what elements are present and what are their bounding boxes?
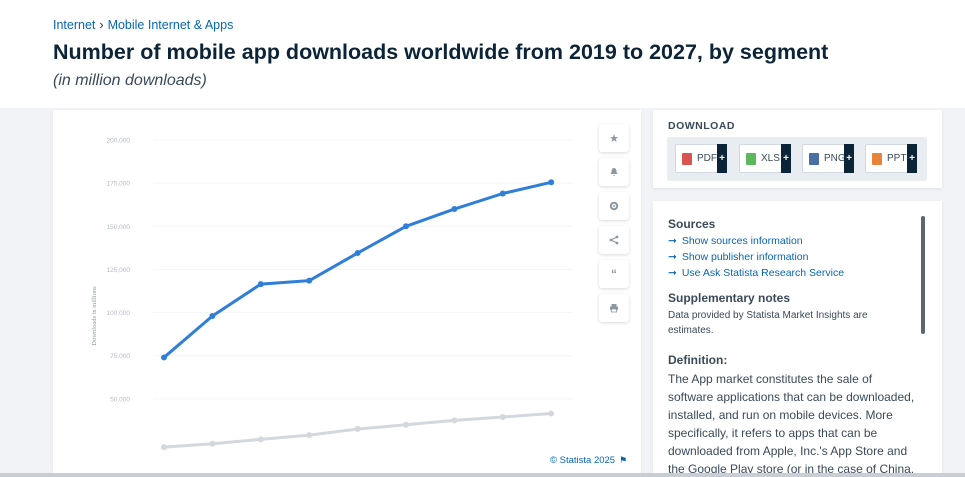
- y-tick-label: 150,000: [107, 224, 131, 231]
- download-png-button[interactable]: PNG +: [802, 144, 854, 173]
- ppt-label: PPT: [887, 153, 907, 164]
- breadcrumb-link-mobile-internet-apps[interactable]: Mobile Internet & Apps: [108, 18, 234, 32]
- notification-button[interactable]: [599, 158, 629, 186]
- page-subtitle: (in million downloads): [53, 72, 207, 89]
- data-point: [306, 432, 313, 439]
- y-tick-label: 125,000: [107, 267, 131, 274]
- show-publisher-link[interactable]: ➞ Show publisher information: [668, 251, 808, 263]
- data-point: [451, 206, 458, 213]
- chart-card: 200,000 175,000 150,000 125,000 100,000 75,00…: [53, 110, 641, 477]
- download-ppt-button[interactable]: PPT +: [865, 144, 917, 173]
- star-icon: ★: [609, 132, 619, 145]
- sources-title: Sources: [668, 217, 716, 231]
- arrow-right-icon: ➞: [668, 251, 677, 263]
- print-button[interactable]: [599, 294, 629, 322]
- line-chart: 200,000 175,000 150,000 125,000 100,000 75,00…: [91, 138, 573, 451]
- y-tick-label: 175,000: [107, 181, 131, 188]
- ppt-file-icon: [872, 152, 882, 165]
- breadcrumb-link-internet[interactable]: Internet: [53, 18, 95, 32]
- chart-copyright[interactable]: © Statista 2025 ⚑: [550, 455, 627, 466]
- scrollbar[interactable]: [921, 216, 925, 334]
- info-panel: Sources ➞ Show sources information ➞ Show …: [653, 201, 942, 477]
- share-button[interactable]: [599, 226, 629, 254]
- share-icon: [609, 235, 619, 245]
- print-icon: [610, 304, 618, 313]
- plus-icon: +: [717, 144, 727, 173]
- png-label: PNG: [824, 153, 846, 164]
- y-tick-label: 100,000: [107, 310, 131, 317]
- plus-icon: +: [844, 144, 854, 173]
- data-point: [403, 421, 409, 428]
- notes-text: Data provided by Statista Market Insight…: [668, 310, 868, 336]
- png-file-icon: [809, 152, 819, 165]
- page-bottom-border: [0, 473, 965, 477]
- data-point: [354, 426, 361, 433]
- y-axis-label: Downloads in millions: [91, 286, 98, 346]
- arrow-right-icon: ➞: [668, 267, 677, 279]
- data-point: [161, 354, 167, 361]
- data-point: [354, 250, 361, 257]
- data-point: [209, 440, 216, 447]
- data-point: [209, 313, 216, 320]
- arrow-right-icon: ➞: [668, 235, 677, 247]
- plus-icon: +: [781, 144, 791, 173]
- download-pdf-button[interactable]: PDF +: [675, 144, 727, 173]
- cite-button[interactable]: “: [599, 260, 629, 288]
- definition-title: Definition:: [668, 353, 728, 367]
- data-point: [451, 417, 458, 424]
- breadcrumb-separator: ›: [99, 18, 104, 32]
- data-point: [257, 436, 264, 443]
- pdf-file-icon: [682, 152, 692, 165]
- download-panel: DOWNLOAD PDF + XLS + PNG + PPT +: [653, 110, 942, 188]
- data-point: [499, 190, 506, 197]
- page-title: Number of mobile app downloads worldwide…: [53, 40, 829, 64]
- data-point: [548, 410, 555, 417]
- y-tick-label: 50,000: [110, 396, 130, 403]
- data-point: [548, 179, 555, 186]
- y-tick-label: 200,000: [107, 138, 131, 145]
- copyright-text: © Statista 2025: [550, 455, 616, 466]
- chart-toolbar: ★ “: [599, 124, 629, 328]
- ask-statista-label: Use Ask Statista Research Service: [681, 267, 845, 279]
- settings-button[interactable]: [599, 192, 629, 220]
- download-xls-button[interactable]: XLS +: [739, 144, 791, 173]
- show-sources-label: Show sources information: [681, 235, 803, 247]
- data-point: [306, 277, 313, 284]
- breadcrumb: Internet › Mobile Internet & Apps: [53, 18, 233, 32]
- plus-icon: +: [907, 144, 917, 173]
- y-tick-label: 75,000: [110, 353, 130, 360]
- bell-icon: [610, 168, 618, 177]
- data-point: [403, 223, 409, 230]
- xls-file-icon: [746, 152, 756, 165]
- pdf-label: PDF: [697, 153, 717, 164]
- data-point: [257, 281, 264, 288]
- show-sources-link[interactable]: ➞ Show sources information: [668, 235, 803, 247]
- flag-icon: ⚑: [619, 455, 628, 465]
- xls-label: XLS: [761, 153, 780, 164]
- gear-icon: [609, 201, 619, 211]
- favorite-button[interactable]: ★: [599, 124, 629, 152]
- notes-title: Supplementary notes: [668, 291, 791, 305]
- page-header: Internet › Mobile Internet & Apps Number o…: [0, 0, 965, 108]
- download-buttons: PDF + XLS + PNG + PPT +: [667, 137, 927, 181]
- definition-text: The App market constitutes the sale of s…: [668, 372, 915, 476]
- download-title: DOWNLOAD: [668, 120, 735, 132]
- ask-statista-link[interactable]: ➞ Use Ask Statista Research Service: [668, 267, 844, 279]
- quote-icon: “: [611, 267, 617, 281]
- data-point: [499, 413, 506, 420]
- show-publisher-label: Show publisher information: [681, 251, 809, 263]
- data-point: [161, 444, 167, 451]
